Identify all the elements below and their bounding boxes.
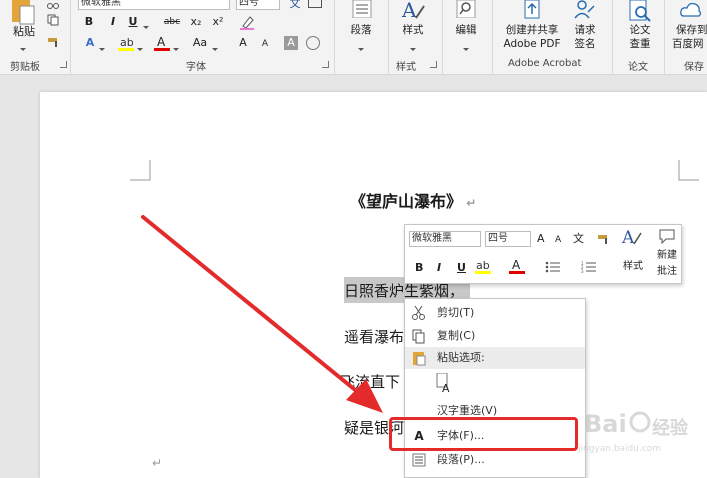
menu-item-cut[interactable]: 剪切(T) xyxy=(405,302,585,324)
paste-keep-text-only-icon[interactable]: A xyxy=(435,372,453,395)
annotation-highlight-box xyxy=(389,417,578,451)
menu-item-paste-options-label: 粘贴选项: xyxy=(437,351,485,364)
menu-item-paste-options: 粘贴选项: xyxy=(405,347,585,369)
svg-text:ab: ab xyxy=(476,259,490,272)
context-menu: 剪切(T) 复制(C) 粘贴选项: A 汉字重选(V) A 字体(F)... 段… xyxy=(404,298,586,478)
clipboard-icon xyxy=(413,352,426,366)
mini-format-painter-icon[interactable] xyxy=(597,233,611,245)
svg-text:A: A xyxy=(621,228,635,248)
mini-new-comment-line1[interactable]: 新建 xyxy=(657,249,677,263)
mini-bold-button[interactable]: B xyxy=(415,261,423,275)
svg-text:A: A xyxy=(512,258,521,272)
baidu-jingyan-watermark: Bai 经验 jingyan.baidu.com xyxy=(578,400,694,460)
mini-italic-button[interactable]: I xyxy=(437,261,441,275)
menu-item-cut-label: 剪切(T) xyxy=(437,306,475,319)
mini-styles-icon[interactable]: A xyxy=(621,227,643,249)
mini-font-size-combobox[interactable]: 四号 xyxy=(485,231,531,247)
mini-grow-font-button[interactable]: A xyxy=(537,232,545,246)
menu-item-paragraph-label: 段落(P)... xyxy=(437,453,485,466)
watermark-url: jingyan.baidu.com xyxy=(578,444,662,454)
watermark-word: 经验 xyxy=(652,418,688,439)
mini-shrink-font-button[interactable]: A xyxy=(555,233,561,247)
scissors-icon xyxy=(412,305,425,320)
menu-item-paragraph[interactable]: 段落(P)... xyxy=(405,449,585,471)
paragraph-settings-icon xyxy=(412,453,426,467)
svg-text:Bai: Bai xyxy=(584,410,627,438)
mini-phonetic-icon[interactable]: 文 xyxy=(573,232,584,246)
mini-font-name-combobox[interactable]: 微软雅黑 xyxy=(409,231,481,247)
mini-new-comment-line2[interactable]: 批注 xyxy=(657,265,677,279)
mini-numbering-icon[interactable]: 123 xyxy=(581,261,597,274)
mini-new-comment-icon[interactable] xyxy=(658,228,676,245)
mini-underline-button[interactable]: U xyxy=(457,261,466,275)
svg-text:A: A xyxy=(442,382,450,393)
mini-styles-button[interactable]: 样式 xyxy=(623,260,643,274)
mini-bullets-icon[interactable] xyxy=(545,261,561,273)
mini-highlight-color-icon[interactable]: ab xyxy=(475,257,491,275)
svg-text:3: 3 xyxy=(581,269,584,273)
mini-font-color-icon[interactable]: A xyxy=(509,257,525,275)
menu-item-copy-label: 复制(C) xyxy=(437,329,476,342)
copy-icon xyxy=(412,329,425,344)
mini-toolbar: 微软雅黑 四号 A A 文 A B I U ab A 123 样式 新建 批注 xyxy=(404,224,682,284)
menu-item-copy[interactable]: 复制(C) xyxy=(405,325,585,347)
